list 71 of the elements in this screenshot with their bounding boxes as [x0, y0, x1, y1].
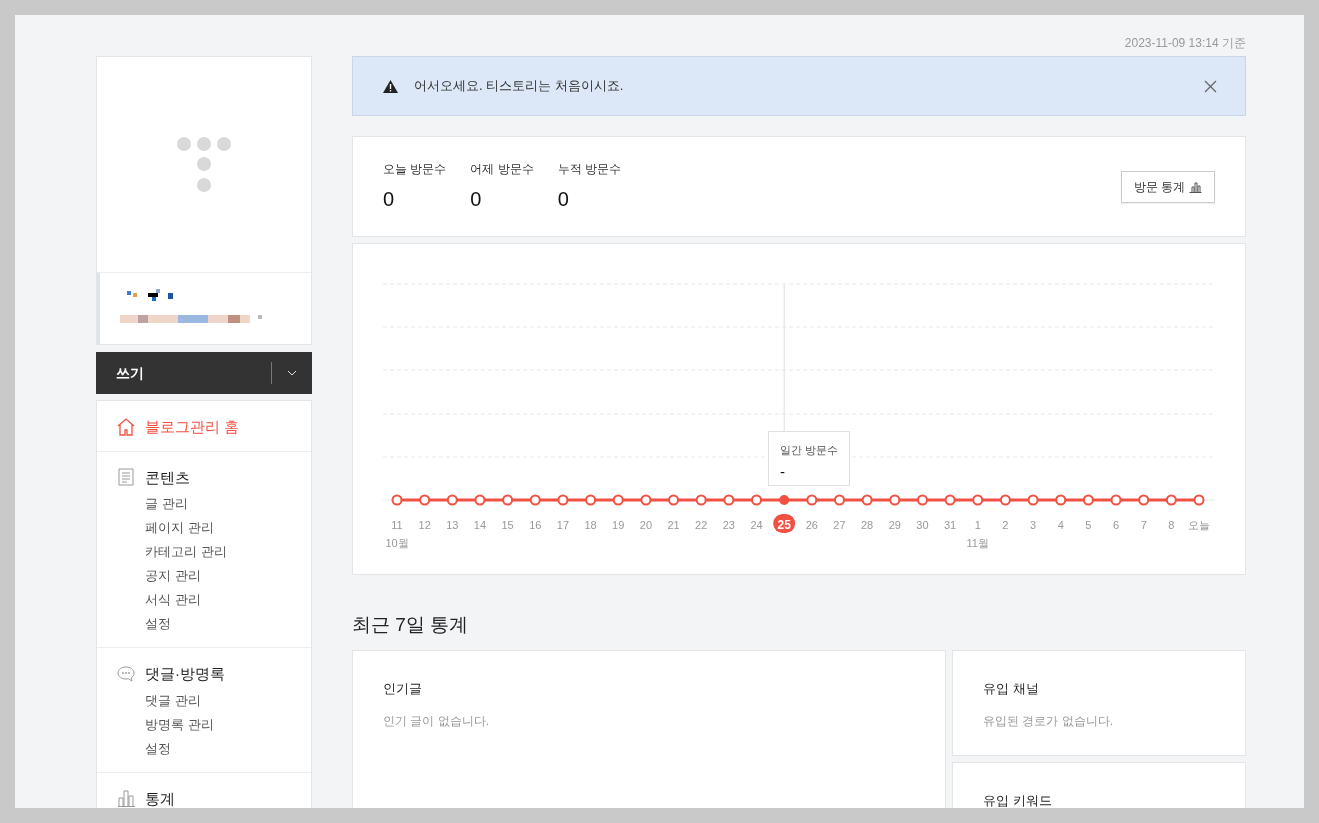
date-label[interactable]: 23	[722, 519, 735, 531]
submenu-item[interactable]: 댓글 관리	[145, 690, 201, 710]
bar-chart-icon	[117, 789, 135, 808]
submenu-item[interactable]: 페이지 관리	[145, 518, 214, 537]
tooltip-value: -	[780, 463, 786, 480]
timestamp-text: 2023-11-09 13:14 기준	[1124, 36, 1246, 50]
visit-stats-button[interactable]: 방문 통계	[1120, 170, 1215, 203]
date-label[interactable]: 2	[1002, 519, 1009, 531]
submenu-item[interactable]: 글 관리	[145, 494, 188, 513]
date-label[interactable]: 17	[556, 519, 570, 531]
date-label[interactable]: 6	[1112, 519, 1120, 531]
section-heading: 최근 7일 통계	[352, 613, 470, 637]
date-label[interactable]: 27	[833, 519, 846, 531]
menu-item[interactable]: 댓글·방명록	[145, 663, 225, 686]
stat-label: 누적 방문수	[557, 160, 622, 178]
panel-title: 유입 키워드	[983, 791, 1053, 808]
date-label[interactable]: 8	[1168, 519, 1175, 531]
date-label[interactable]: 30	[916, 519, 929, 531]
submenu-item[interactable]: 서식 관리	[145, 590, 201, 609]
stat-value: 0	[383, 186, 396, 212]
submenu-item[interactable]: 설정	[145, 738, 171, 758]
date-label[interactable]: 31	[944, 519, 957, 531]
date-label[interactable]: 12	[418, 519, 431, 531]
submenu-item[interactable]: 카테고리 관리	[145, 542, 227, 561]
alert-message: 어서오세요. 티스토리는 처음이시죠.	[414, 77, 625, 96]
date-label[interactable]: 1	[974, 519, 981, 531]
menu-item[interactable]: 통계	[145, 787, 175, 808]
stat-label: 오늘 방문수	[383, 160, 447, 178]
date-label[interactable]: 15	[501, 519, 514, 531]
date-label[interactable]: 5	[1085, 519, 1092, 531]
speech-bubble-icon	[117, 664, 135, 684]
home-icon	[117, 417, 135, 437]
date-label[interactable]: 11	[391, 519, 403, 531]
date-label[interactable]: 4	[1057, 519, 1064, 531]
menu-item[interactable]: 블로그관리 홈	[145, 416, 240, 439]
month-label: 11월	[966, 537, 989, 549]
empty-message: 인기 글이 없습니다.	[383, 713, 490, 730]
selected-date[interactable]: 25	[773, 514, 796, 533]
month-label: 10월	[385, 537, 409, 549]
submenu-item[interactable]: 설정	[145, 614, 171, 633]
date-label[interactable]: 20	[639, 519, 652, 531]
document-icon	[117, 468, 135, 488]
date-label[interactable]: 24	[750, 519, 763, 531]
warning-icon	[383, 79, 398, 93]
date-label[interactable]: 오늘	[1188, 519, 1210, 531]
date-label[interactable]: 28	[861, 519, 874, 531]
date-label[interactable]: 16	[529, 519, 542, 531]
submenu-item[interactable]: 공지 관리	[145, 566, 201, 585]
tooltip-title: 일간 방문수	[780, 443, 839, 458]
date-label[interactable]: 14	[473, 519, 487, 531]
stat-value: 0	[557, 186, 570, 212]
stat-value: 0	[470, 186, 483, 212]
date-label[interactable]: 7	[1140, 519, 1147, 531]
bar-chart-icon	[1189, 180, 1202, 193]
panel-title: 유입 채널	[983, 679, 1040, 698]
date-label[interactable]: 21	[667, 519, 680, 531]
date-label[interactable]: 22	[695, 519, 708, 531]
empty-message: 유입된 경로가 없습니다.	[983, 713, 1114, 730]
date-label[interactable]: 19	[612, 519, 625, 531]
date-label[interactable]: 18	[584, 519, 597, 531]
stat-label: 어제 방문수	[470, 160, 534, 178]
date-label[interactable]: 29	[888, 519, 901, 531]
menu-item[interactable]: 콘텐츠	[145, 466, 190, 489]
panel-title: 인기글	[383, 679, 423, 698]
close-icon	[1204, 80, 1217, 94]
date-label[interactable]: 3	[1030, 519, 1037, 531]
chevron-down-icon	[287, 370, 297, 376]
logo-icon	[177, 136, 231, 193]
date-label[interactable]: 26	[805, 519, 818, 531]
date-label[interactable]: 13	[446, 519, 459, 531]
submenu-item[interactable]: 방명록 관리	[145, 714, 214, 734]
